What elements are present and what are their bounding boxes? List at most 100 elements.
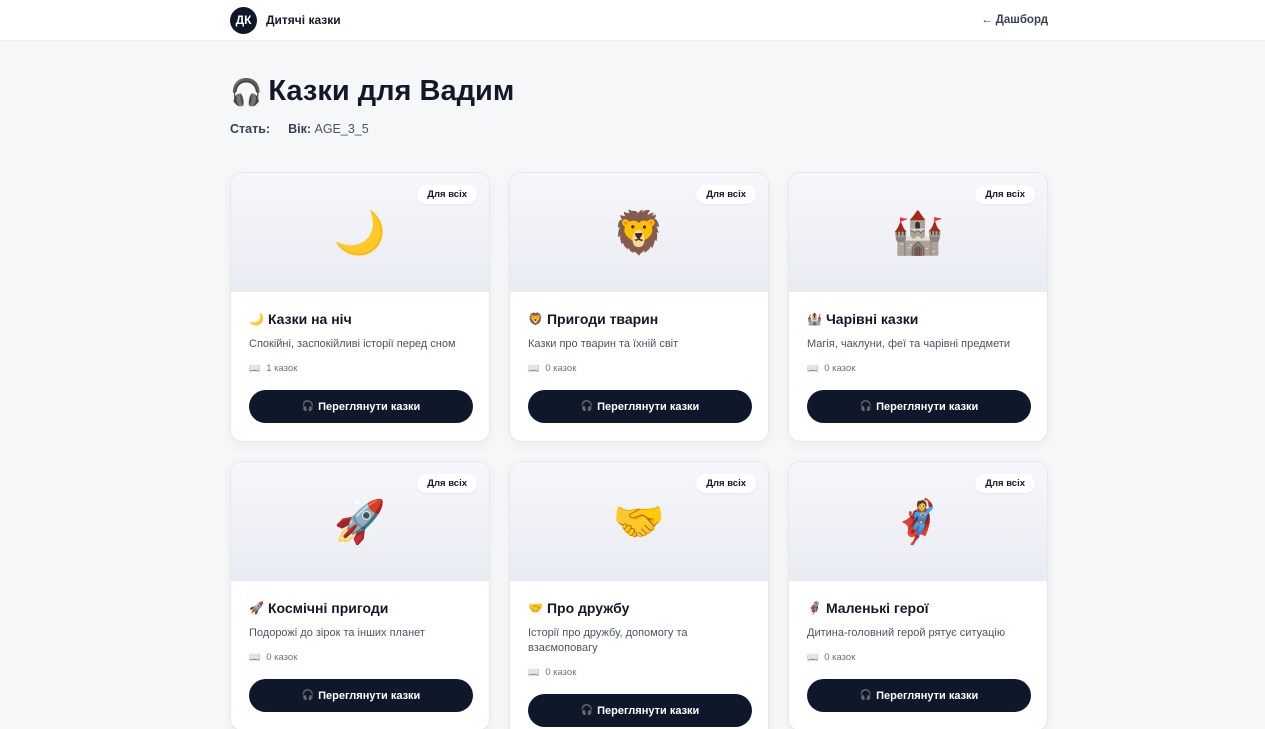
- book-icon: 📖: [528, 363, 540, 373]
- story-count-text: 0 казок: [824, 363, 856, 374]
- moon-icon: 🌙: [249, 312, 264, 326]
- headphones-icon: 🎧: [859, 401, 873, 412]
- audience-badge: Для всіх: [696, 185, 756, 204]
- story-count-text: 0 казок: [545, 363, 577, 374]
- gender-label: Стать:: [230, 122, 271, 136]
- story-count-text: 0 казок: [266, 652, 298, 663]
- top-navigation-inner: ДК Дитячі казки ← Дашборд: [230, 0, 1048, 40]
- card-hero: Для всіх 🏰: [789, 173, 1047, 292]
- lion-icon: 🦁: [612, 208, 666, 256]
- card-title-text: Космічні пригоди: [267, 600, 389, 616]
- card-title: 🏰 Чарівні казки: [807, 311, 1029, 327]
- audience-badge: Для всіх: [417, 185, 477, 204]
- card-description: Подорожі до зірок та інших планет: [249, 627, 425, 639]
- card-title-text: Казки на ніч: [267, 311, 352, 327]
- headphones-icon: 🎧: [859, 690, 873, 701]
- category-card-bedtime: Для всіх 🌙 🌙 Казки на ніч Спокійні, засп…: [230, 172, 490, 442]
- superhero-icon: 🦸: [891, 497, 945, 545]
- brand-avatar: ДК: [230, 6, 257, 34]
- card-title: 🚀 Космічні пригоди: [249, 600, 471, 616]
- category-card-magic: Для всіх 🏰 🏰 Чарівні казки Магія, чаклун…: [788, 172, 1048, 442]
- card-description: Казки про тварин та їхній світ: [528, 338, 679, 350]
- view-stories-button[interactable]: 🎧 Переглянути казки: [807, 679, 1031, 712]
- headphones-icon: 🎧: [580, 705, 594, 716]
- brand-name: Дитячі казки: [266, 13, 341, 27]
- lion-icon: 🦁: [528, 312, 543, 326]
- card-description: Спокійні, заспокійливі історії перед сно…: [249, 338, 456, 350]
- card-body: 🚀 Космічні пригоди Подорожі до зірок та …: [231, 581, 489, 729]
- story-count: 📖 0 казок: [249, 652, 471, 663]
- brand[interactable]: ДК Дитячі казки: [230, 6, 341, 34]
- back-to-dashboard-link[interactable]: ← Дашборд: [981, 14, 1048, 26]
- card-hero: Для всіх 🦸: [789, 462, 1047, 581]
- view-stories-button[interactable]: 🎧 Переглянути казки: [528, 694, 752, 727]
- card-description: Історії про дружбу, допомогу та взаємопо…: [528, 627, 688, 654]
- story-count: 📖 0 казок: [528, 363, 750, 374]
- card-title: 🤝 Про дружбу: [528, 600, 750, 616]
- view-stories-button[interactable]: 🎧 Переглянути казки: [807, 390, 1031, 423]
- category-grid: Для всіх 🌙 🌙 Казки на ніч Спокійні, засп…: [230, 172, 1048, 729]
- card-hero: Для всіх 🌙: [231, 173, 489, 292]
- card-title: 🌙 Казки на ніч: [249, 311, 471, 327]
- book-icon: 📖: [249, 363, 261, 373]
- card-title-text: Про дружбу: [546, 600, 630, 616]
- headphones-icon: 🎧: [580, 401, 594, 412]
- page-title: Казки для Вадим: [268, 75, 515, 107]
- top-navigation-bar: ДК Дитячі казки ← Дашборд: [0, 0, 1265, 41]
- card-title: 🦁 Пригоди тварин: [528, 311, 750, 327]
- age-value: AGE_3_5: [314, 122, 369, 136]
- view-stories-label: Переглянути казки: [876, 689, 979, 702]
- child-info: Стать: Вік: AGE_3_5: [230, 122, 1048, 136]
- handshake-icon: 🤝: [612, 497, 666, 545]
- view-stories-label: Переглянути казки: [597, 704, 700, 717]
- card-title-text: Чарівні казки: [825, 311, 919, 327]
- card-hero: Для всіх 🤝: [510, 462, 768, 581]
- handshake-icon: 🤝: [528, 601, 543, 615]
- card-hero: Для всіх 🚀: [231, 462, 489, 581]
- gender-info: Стать:: [230, 122, 270, 136]
- story-count: 📖 1 казок: [249, 363, 471, 374]
- rocket-icon: 🚀: [333, 497, 387, 545]
- back-to-dashboard-label: Дашборд: [995, 14, 1048, 26]
- castle-icon: 🏰: [891, 208, 945, 256]
- view-stories-label: Переглянути казки: [318, 689, 421, 702]
- headphones-icon: 🎧: [301, 401, 315, 412]
- story-count: 📖 0 казок: [807, 652, 1029, 663]
- card-body: 🤝 Про дружбу Історії про дружбу, допомог…: [510, 581, 768, 729]
- superhero-icon: 🦸: [807, 601, 822, 615]
- headphones-icon: 🎧: [301, 690, 315, 701]
- category-card-animals: Для всіх 🦁 🦁 Пригоди тварин Казки про тв…: [509, 172, 769, 442]
- card-title-text: Пригоди тварин: [546, 311, 659, 327]
- audience-badge: Для всіх: [696, 474, 756, 493]
- view-stories-button[interactable]: 🎧 Переглянути казки: [249, 679, 473, 712]
- view-stories-label: Переглянути казки: [876, 400, 979, 413]
- story-count-text: 1 казок: [266, 363, 298, 374]
- card-body: 🌙 Казки на ніч Спокійні, заспокійливі іс…: [231, 292, 489, 441]
- audience-badge: Для всіх: [975, 474, 1035, 493]
- category-card-space: Для всіх 🚀 🚀 Космічні пригоди Подорожі д…: [230, 461, 490, 729]
- view-stories-button[interactable]: 🎧 Переглянути казки: [528, 390, 752, 423]
- card-title: 🦸 Маленькі герої: [807, 600, 1029, 616]
- book-icon: 📖: [807, 652, 819, 662]
- category-card-heroes: Для всіх 🦸 🦸 Маленькі герої Дитина-голов…: [788, 461, 1048, 729]
- card-title-text: Маленькі герої: [825, 600, 929, 616]
- main-content: 🎧 Казки для Вадим Стать: Вік: AGE_3_5 Дл…: [230, 75, 1048, 729]
- arrow-left-icon: ←: [981, 14, 993, 26]
- story-count: 📖 0 казок: [807, 363, 1029, 374]
- book-icon: 📖: [249, 652, 261, 662]
- card-body: 🏰 Чарівні казки Магія, чаклуни, феї та ч…: [789, 292, 1047, 441]
- age-info: Вік: AGE_3_5: [288, 122, 369, 136]
- book-icon: 📖: [528, 667, 540, 677]
- headphones-icon: 🎧: [230, 76, 263, 107]
- view-stories-button[interactable]: 🎧 Переглянути казки: [249, 390, 473, 423]
- card-body: 🦁 Пригоди тварин Казки про тварин та їхн…: [510, 292, 768, 441]
- card-body: 🦸 Маленькі герої Дитина-головний герой р…: [789, 581, 1047, 729]
- story-count-text: 0 казок: [824, 652, 856, 663]
- card-hero: Для всіх 🦁: [510, 173, 768, 292]
- view-stories-label: Переглянути казки: [318, 400, 421, 413]
- story-count-text: 0 казок: [545, 667, 577, 678]
- moon-icon: 🌙: [333, 208, 387, 256]
- audience-badge: Для всіх: [417, 474, 477, 493]
- card-description: Дитина-головний герой рятує ситуацію: [807, 627, 1006, 639]
- view-stories-label: Переглянути казки: [597, 400, 700, 413]
